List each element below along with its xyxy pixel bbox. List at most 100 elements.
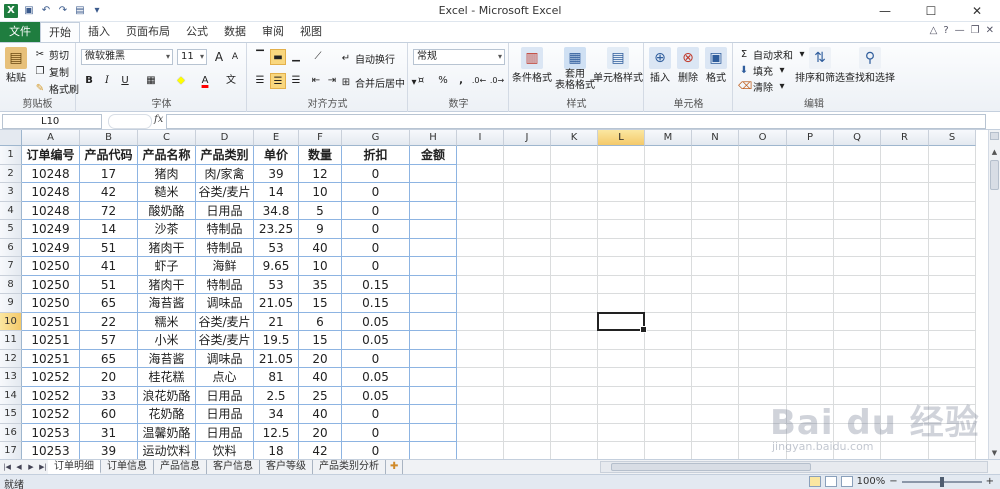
table-cell[interactable]: 25 [299, 386, 342, 405]
empty-cell[interactable] [551, 220, 598, 239]
table-cell[interactable]: 6 [299, 312, 342, 331]
empty-cell[interactable] [551, 405, 598, 424]
cell-styles-button[interactable]: ▤ 单元格样式 [592, 47, 644, 84]
table-cell[interactable]: 42 [299, 442, 342, 459]
row-header[interactable]: 1 [0, 146, 22, 165]
empty-cell[interactable] [692, 368, 739, 387]
tab-review[interactable]: 审阅 [254, 22, 292, 42]
column-header[interactable]: F [299, 130, 342, 146]
sheet-tab-product-info[interactable]: 产品信息 [154, 460, 207, 474]
empty-cell[interactable] [834, 183, 881, 202]
decrease-indent-button[interactable]: ⇤ [308, 73, 324, 89]
row-header[interactable]: 16 [0, 423, 22, 442]
number-format-dropdown[interactable]: 常规 ▾ [413, 49, 505, 65]
empty-cell[interactable] [739, 146, 787, 165]
tab-view[interactable]: 视图 [292, 22, 330, 42]
empty-cell[interactable] [692, 312, 739, 331]
table-cell[interactable]: 10252 [22, 368, 80, 387]
table-cell[interactable]: 点心 [196, 368, 254, 387]
table-cell[interactable]: 特制品 [196, 220, 254, 239]
empty-cell[interactable] [504, 238, 551, 257]
table-cell[interactable]: 15 [299, 294, 342, 313]
table-cell[interactable]: 14 [254, 183, 299, 202]
empty-cell[interactable] [881, 164, 929, 183]
table-cell[interactable]: 10250 [22, 275, 80, 294]
ribbon-minimize-icon[interactable]: △ [930, 25, 938, 36]
table-cell[interactable]: 20 [299, 423, 342, 442]
table-cell[interactable]: 10248 [22, 201, 80, 220]
column-header[interactable]: R [881, 130, 929, 146]
empty-cell[interactable] [692, 423, 739, 442]
empty-cell[interactable] [598, 164, 645, 183]
table-cell[interactable]: 10253 [22, 423, 80, 442]
empty-cell[interactable] [645, 312, 692, 331]
table-cell[interactable]: 0.05 [342, 331, 410, 350]
table-cell[interactable]: 0.05 [342, 368, 410, 387]
empty-cell[interactable] [457, 368, 504, 387]
table-cell[interactable]: 10 [299, 183, 342, 202]
wrap-text-button[interactable]: ↵ 自动换行 [340, 51, 395, 67]
empty-cell[interactable] [692, 220, 739, 239]
table-cell[interactable]: 65 [80, 349, 138, 368]
column-header[interactable]: O [739, 130, 787, 146]
table-cell[interactable]: 40 [299, 368, 342, 387]
table-cell[interactable]: 81 [254, 368, 299, 387]
tab-insert[interactable]: 插入 [80, 22, 118, 42]
tab-page-layout[interactable]: 页面布局 [118, 22, 178, 42]
empty-cell[interactable] [645, 331, 692, 350]
insert-sheet-icon[interactable]: ✚ [386, 460, 404, 474]
empty-cell[interactable] [645, 164, 692, 183]
table-cell[interactable]: 沙茶 [138, 220, 196, 239]
underline-button[interactable]: U [117, 73, 133, 89]
empty-cell[interactable] [787, 146, 834, 165]
empty-cell[interactable] [739, 201, 787, 220]
font-size-dropdown[interactable]: 11 ▾ [177, 49, 207, 65]
table-cell[interactable] [410, 257, 457, 276]
empty-cell[interactable] [881, 442, 929, 459]
empty-cell[interactable] [739, 331, 787, 350]
align-center-button[interactable]: ☰ [270, 73, 286, 89]
empty-cell[interactable] [834, 331, 881, 350]
row-header[interactable]: 11 [0, 331, 22, 350]
table-cell[interactable] [410, 368, 457, 387]
align-top-button[interactable]: ▔ [252, 49, 268, 65]
empty-cell[interactable] [457, 275, 504, 294]
empty-cell[interactable] [598, 257, 645, 276]
table-cell[interactable] [410, 442, 457, 459]
column-header[interactable]: J [504, 130, 551, 146]
workbook-minimize-icon[interactable]: — [955, 25, 965, 36]
table-cell[interactable]: 海苔酱 [138, 349, 196, 368]
table-cell[interactable]: 0 [342, 183, 410, 202]
table-cell[interactable]: 10248 [22, 183, 80, 202]
empty-cell[interactable] [598, 146, 645, 165]
table-cell[interactable]: 0 [342, 405, 410, 424]
table-cell[interactable]: 34 [254, 405, 299, 424]
table-cell[interactable]: 日用品 [196, 386, 254, 405]
table-header-cell[interactable]: 产品类别 [196, 146, 254, 165]
empty-cell[interactable] [881, 183, 929, 202]
column-header[interactable]: K [551, 130, 598, 146]
table-cell[interactable]: 0 [342, 164, 410, 183]
row-header[interactable]: 4 [0, 201, 22, 220]
empty-cell[interactable] [881, 220, 929, 239]
table-cell[interactable]: 40 [299, 238, 342, 257]
table-cell[interactable]: 10251 [22, 349, 80, 368]
vertical-scroll-thumb[interactable] [990, 160, 999, 190]
empty-cell[interactable] [834, 368, 881, 387]
empty-cell[interactable] [551, 312, 598, 331]
help-icon[interactable]: ? [943, 25, 948, 36]
zoom-out-icon[interactable]: − [889, 476, 897, 487]
minimize-button[interactable]: — [862, 0, 908, 22]
table-cell[interactable] [410, 294, 457, 313]
percent-button[interactable]: % [435, 73, 451, 89]
empty-cell[interactable] [834, 275, 881, 294]
empty-cell[interactable] [739, 349, 787, 368]
table-cell[interactable] [410, 183, 457, 202]
table-header-cell[interactable]: 产品代码 [80, 146, 138, 165]
empty-cell[interactable] [551, 238, 598, 257]
table-cell[interactable]: 65 [80, 294, 138, 313]
row-header[interactable]: 8 [0, 275, 22, 294]
table-cell[interactable]: 60 [80, 405, 138, 424]
split-handle[interactable] [990, 132, 999, 140]
empty-cell[interactable] [834, 201, 881, 220]
